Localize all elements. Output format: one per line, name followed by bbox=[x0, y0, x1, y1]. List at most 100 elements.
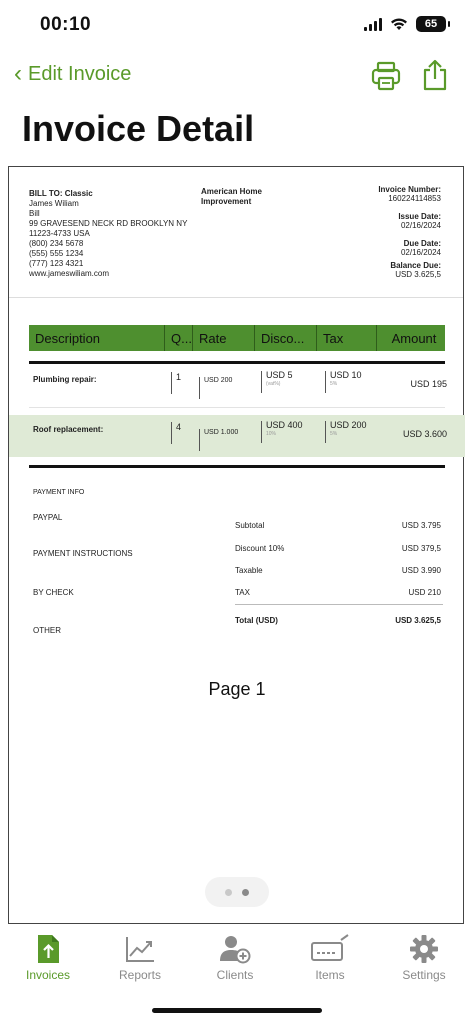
discount-value: USD 379,5 bbox=[401, 544, 441, 553]
page-dot bbox=[225, 888, 232, 896]
item-tax-rate: 5% bbox=[330, 381, 338, 387]
status-bar: 00:10 65 bbox=[0, 0, 472, 48]
print-icon[interactable] bbox=[370, 60, 402, 92]
item-discount-value: USD 5 bbox=[266, 370, 293, 380]
client-phone-1: (800) 234 5678 bbox=[29, 239, 84, 248]
item-rate: USD 1.000 bbox=[199, 429, 238, 451]
tab-label: Clients bbox=[216, 968, 254, 982]
item-amount: USD 195 bbox=[410, 379, 447, 389]
invoice-icon bbox=[38, 935, 59, 963]
totals-divider bbox=[235, 604, 443, 605]
column-header: Rate bbox=[193, 325, 255, 351]
item-tax: USD 10 5% bbox=[325, 371, 362, 393]
item-tax-value: USD 200 bbox=[330, 420, 367, 430]
tax-value: USD 210 bbox=[408, 588, 441, 597]
total-value: USD 3.625,5 bbox=[395, 616, 441, 625]
item-qty: 4 bbox=[171, 422, 181, 444]
client-phone-3: (777) 123 4321 bbox=[29, 259, 84, 268]
tab-label: Items bbox=[315, 968, 345, 982]
tab-label: Reports bbox=[118, 968, 162, 982]
client-first-name: Bill bbox=[29, 209, 40, 218]
status-icons: 65 bbox=[364, 16, 450, 32]
client-address-line1: 99 GRAVESEND NECK RD BROOKLYN NY bbox=[29, 219, 188, 228]
tab-label: Invoices bbox=[25, 968, 71, 982]
item-tax-value: USD 10 bbox=[330, 370, 362, 380]
back-label: Edit Invoice bbox=[28, 62, 132, 85]
battery-icon: 65 bbox=[416, 16, 450, 32]
item-description: Roof replacement: bbox=[33, 425, 104, 434]
page-title: Invoice Detail bbox=[22, 108, 255, 149]
tab-clients[interactable]: Clients bbox=[195, 934, 275, 982]
table-row: Plumbing repair: 1 USD 200 USD 5 (vat%) … bbox=[9, 365, 465, 405]
column-header: Amount bbox=[391, 330, 437, 346]
tax-row: TAX USD 210 bbox=[235, 588, 441, 597]
payment-info-heading: PAYMENT INFO bbox=[33, 489, 85, 496]
issue-date: 02/16/2024 bbox=[400, 221, 441, 230]
payment-other: OTHER bbox=[33, 626, 61, 635]
item-discount: USD 400 10% bbox=[261, 421, 303, 443]
page-indicator[interactable] bbox=[205, 877, 269, 907]
table-top-rule bbox=[29, 361, 445, 364]
subtotal-label: Subtotal bbox=[235, 521, 265, 530]
signal-icon bbox=[364, 17, 382, 31]
company-name: American Home Improvement bbox=[201, 187, 262, 206]
tab-settings[interactable]: Settings bbox=[384, 934, 464, 982]
invoice-meta: Invoice Number: 160224114853 Issue Date:… bbox=[378, 185, 441, 279]
column-header: Description bbox=[29, 325, 165, 351]
invoice-document: BILL TO: Classic James Wiliam Bill 99 GR… bbox=[9, 167, 465, 923]
bill-to-label: BILL TO: Classic bbox=[29, 189, 93, 198]
tax-label: TAX bbox=[235, 588, 250, 597]
chevron-left-icon: ‹ bbox=[14, 60, 22, 87]
home-indicator bbox=[152, 1008, 322, 1013]
bill-to-block: BILL TO: Classic James Wiliam Bill 99 GR… bbox=[29, 189, 187, 279]
items-table-header: Description Q... Rate Disco... Tax Amoun… bbox=[29, 325, 445, 351]
payment-paypal: PAYPAL bbox=[33, 513, 63, 522]
client-phone-2: (555) 555 1234 bbox=[29, 249, 84, 258]
item-tax-rate: 5% bbox=[330, 431, 338, 437]
invoice-number: 160224114853 bbox=[388, 194, 441, 203]
taxable-row: Taxable USD 3.990 bbox=[235, 566, 441, 575]
tab-reports[interactable]: Reports bbox=[100, 934, 180, 982]
discount-row: Discount 10% USD 379,5 bbox=[235, 544, 441, 553]
item-rate: USD 200 bbox=[199, 377, 232, 399]
invoice-number-label: Invoice Number: bbox=[378, 185, 441, 194]
gear-icon bbox=[410, 935, 438, 963]
item-discount-value: USD 400 bbox=[266, 420, 303, 430]
due-date-label: Due Date: bbox=[403, 239, 441, 248]
tab-invoices[interactable]: Invoices bbox=[8, 934, 88, 982]
table-bottom-rule bbox=[29, 465, 445, 468]
column-header: Q... bbox=[165, 325, 193, 351]
item-qty: 1 bbox=[171, 372, 181, 394]
status-time: 00:10 bbox=[40, 14, 92, 35]
total-row: Total (USD) USD 3.625,5 bbox=[235, 616, 441, 625]
due-date: 02/16/2024 bbox=[400, 248, 441, 257]
tab-items[interactable]: Items bbox=[290, 934, 370, 982]
row-divider bbox=[29, 407, 445, 408]
balance-due-label: Balance Due: bbox=[390, 261, 441, 270]
client-address-line2: 11223-4733 USA bbox=[29, 229, 90, 238]
item-tax: USD 200 5% bbox=[325, 421, 367, 443]
balance-due: USD 3.625,5 bbox=[395, 270, 441, 279]
page-dot-active bbox=[242, 888, 249, 896]
item-discount: USD 5 (vat%) bbox=[261, 371, 293, 393]
client-website: www.jameswiliam.com bbox=[29, 269, 110, 278]
column-header: Disco... bbox=[255, 325, 317, 351]
item-description: Plumbing repair: bbox=[33, 375, 97, 384]
invoice-preview[interactable]: BILL TO: Classic James Wiliam Bill 99 GR… bbox=[8, 166, 465, 924]
back-button[interactable]: ‹ Edit Invoice bbox=[14, 62, 131, 86]
payment-instructions: PAYMENT INSTRUCTIONS bbox=[33, 549, 133, 558]
column-header: Tax bbox=[317, 325, 377, 351]
items-icon bbox=[311, 934, 349, 961]
table-row: Roof replacement: 4 USD 1.000 USD 400 10… bbox=[9, 415, 465, 457]
share-icon[interactable] bbox=[420, 58, 450, 92]
taxable-label: Taxable bbox=[235, 566, 263, 575]
wifi-icon bbox=[391, 18, 407, 30]
issue-date-label: Issue Date: bbox=[398, 212, 441, 221]
page-number: Page 1 bbox=[208, 679, 266, 699]
total-label: Total (USD) bbox=[235, 616, 278, 625]
subtotal-value: USD 3.795 bbox=[401, 521, 441, 530]
subtotal-row: Subtotal USD 3.795 bbox=[235, 521, 441, 530]
client-add-icon bbox=[220, 936, 251, 964]
payment-by-check: BY CHECK bbox=[33, 588, 74, 597]
tab-label: Settings bbox=[402, 968, 446, 982]
